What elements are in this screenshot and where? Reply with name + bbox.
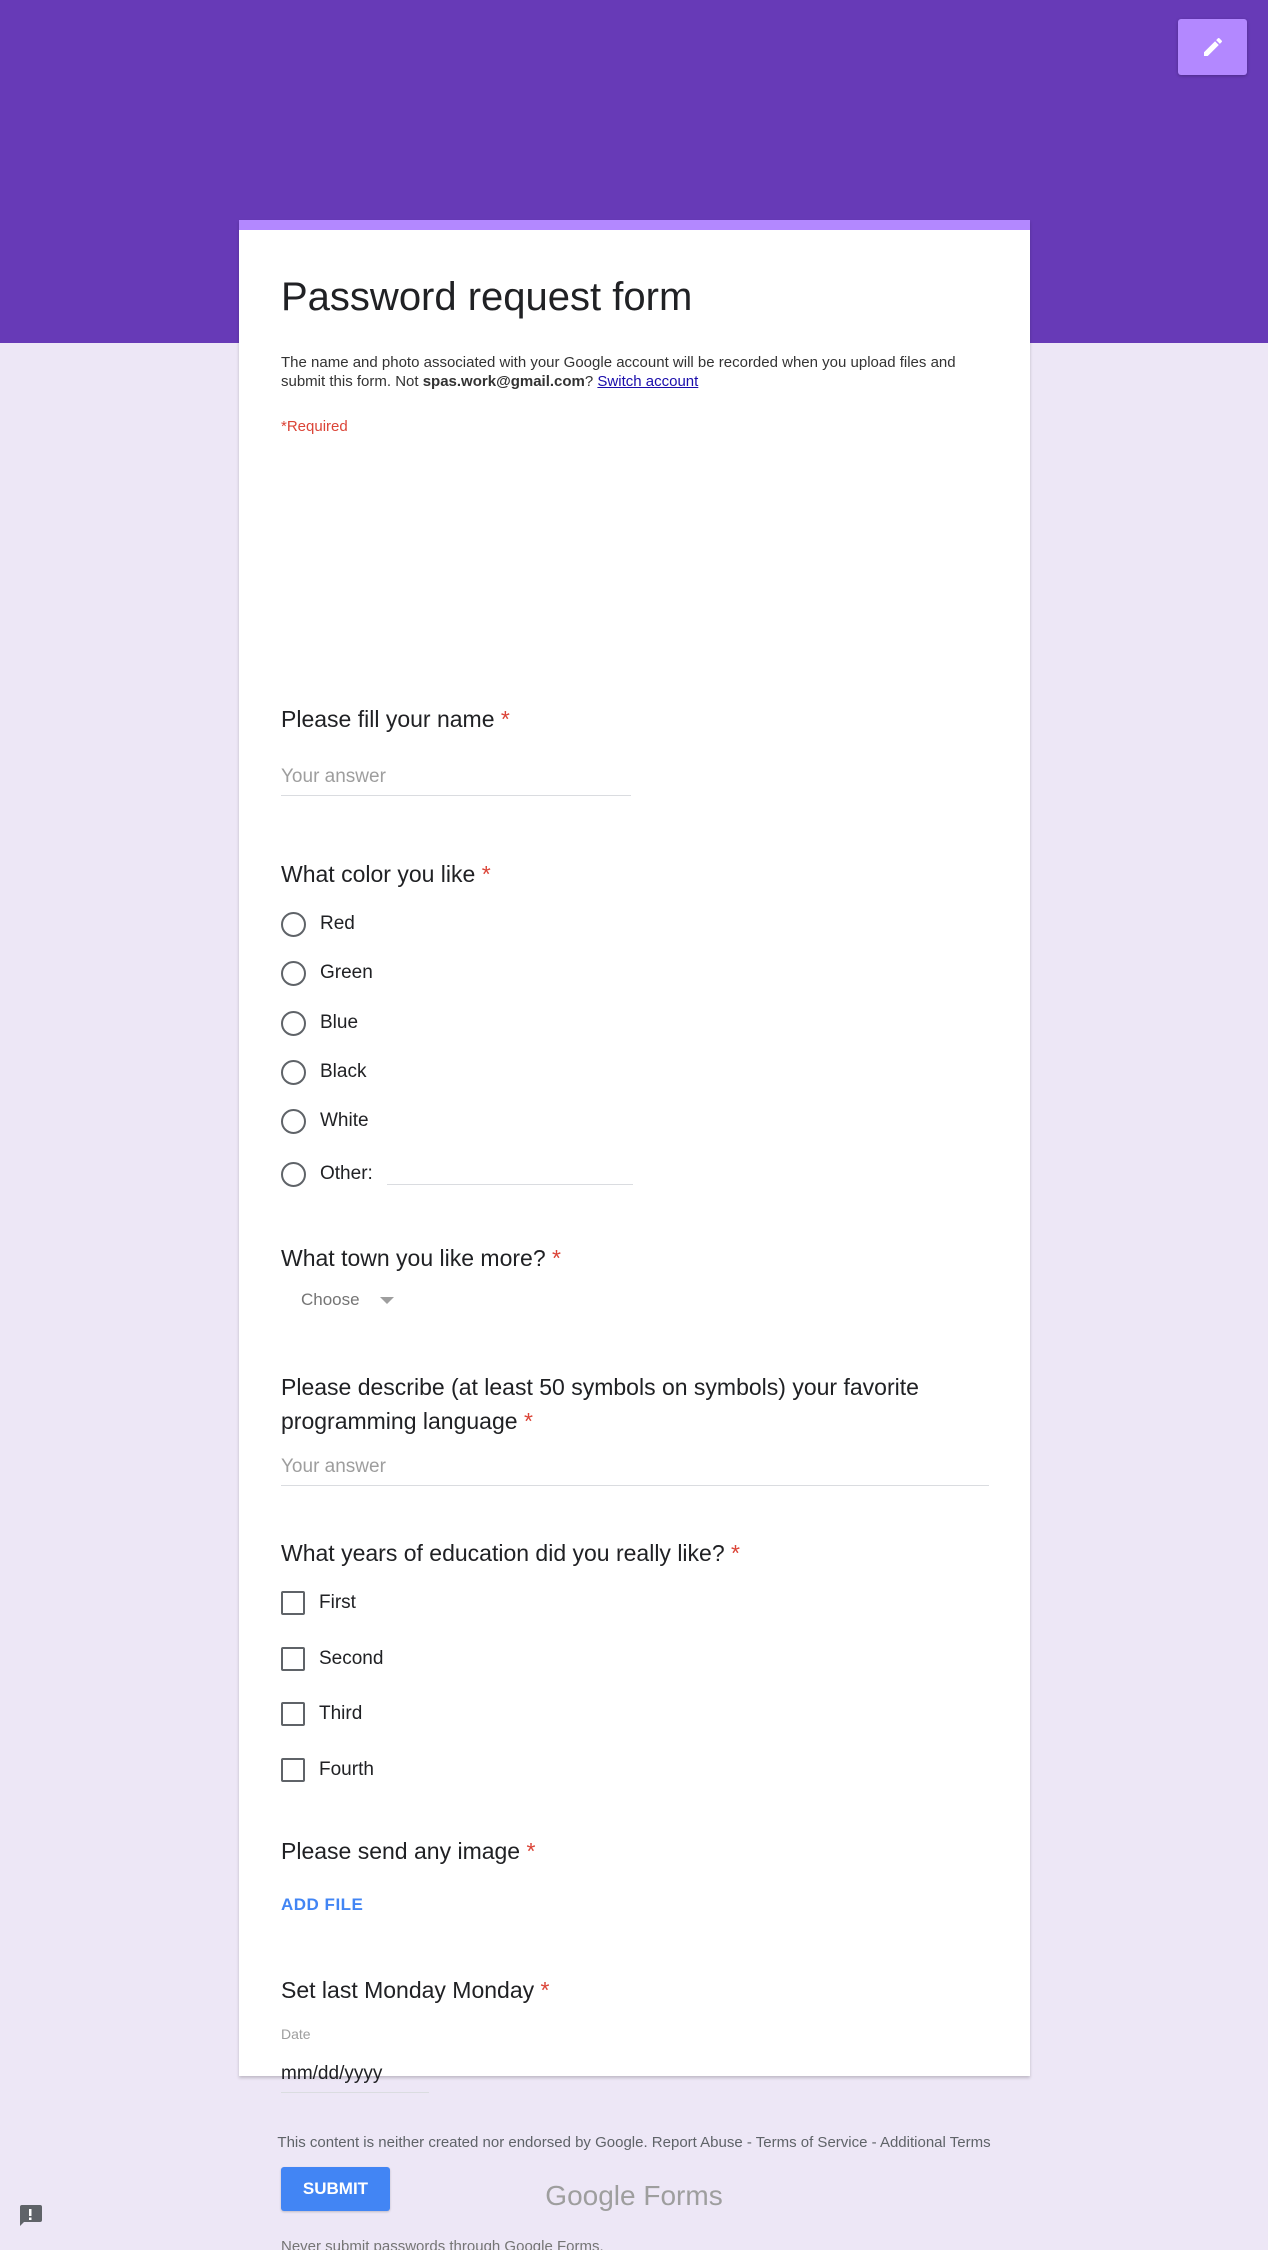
question-label-line1: Please describe (at least 50 symbols on … [281, 1374, 919, 1400]
question-color-title: What color you like * [281, 857, 491, 891]
question-label-line2: programming language * [281, 1404, 919, 1438]
date-input[interactable]: mm/dd/yyyy [281, 2063, 429, 2093]
checkbox[interactable] [281, 1758, 305, 1782]
notice-question: ? [584, 373, 594, 390]
form-card: Password request form The name and photo… [239, 220, 1030, 2250]
dropdown-value: Choose [301, 1290, 360, 1309]
report-button[interactable] [17, 2203, 43, 2227]
option-label: White [320, 1110, 369, 1131]
question-language-title: Please describe (at least 50 symbols on … [281, 1370, 919, 1438]
name-input[interactable]: Your answer [281, 766, 631, 796]
year-option-first[interactable]: First [281, 1588, 356, 1618]
required-star: * [552, 1245, 561, 1271]
logo-google-text: Google [545, 2180, 636, 2211]
option-label: Red [320, 913, 355, 934]
question-label: What color you like [281, 861, 476, 887]
date-input-placeholder: mm/dd/yyyy [281, 2063, 383, 2084]
question-image-title: Please send any image * [281, 1834, 535, 1868]
account-notice: The name and photo associated with your … [281, 353, 989, 391]
radio-button[interactable] [281, 1010, 306, 1036]
color-option-red[interactable]: Red [281, 909, 355, 939]
password-warning: Never submit passwords through Google Fo… [281, 2238, 604, 2250]
year-option-third[interactable]: Third [281, 1699, 362, 1729]
radio-button[interactable] [281, 1161, 306, 1187]
required-star: * [526, 1838, 536, 1864]
question-label: programming language [281, 1408, 518, 1434]
question-label: What town you like more? [281, 1245, 546, 1271]
footer-disclaimer: This content is neither created nor endo… [277, 2134, 991, 2151]
name-input-placeholder: Your answer [281, 766, 386, 787]
logo-forms-text: Forms [643, 2180, 723, 2211]
option-label: Black [320, 1061, 367, 1082]
required-star: * [731, 1540, 740, 1566]
question-label: Please send any image [281, 1838, 521, 1864]
language-input-placeholder: Your answer [281, 1456, 386, 1477]
chevron-down-icon [379, 1296, 394, 1304]
account-email: spas.work@gmail.com [422, 373, 585, 390]
town-dropdown[interactable]: Choose [301, 1290, 394, 1310]
required-star: * [523, 1408, 533, 1434]
language-input[interactable]: Your answer [281, 1456, 989, 1486]
required-note: *Required [281, 418, 348, 435]
checkbox[interactable] [281, 1702, 305, 1726]
color-option-blue[interactable]: Blue [281, 1008, 358, 1038]
question-label: Please fill your name [281, 706, 495, 732]
color-option-white[interactable]: White [281, 1106, 369, 1136]
required-star: * [540, 1977, 550, 2003]
color-option-black[interactable]: Black [281, 1057, 366, 1087]
color-option-other[interactable]: Other: [281, 1159, 633, 1189]
radio-button[interactable] [281, 1059, 306, 1085]
year-option-fourth[interactable]: Fourth [281, 1755, 374, 1785]
question-town-title: What town you like more? * [281, 1241, 561, 1275]
option-label: Green [320, 962, 373, 983]
radio-button[interactable] [281, 911, 306, 937]
date-label: Date [281, 2026, 311, 2042]
option-label: Third [319, 1703, 363, 1724]
option-label: Blue [320, 1012, 359, 1033]
required-star: * [481, 861, 491, 887]
radio-button[interactable] [281, 960, 306, 986]
pencil-icon [1203, 37, 1222, 56]
option-label: First [319, 1592, 356, 1613]
report-icon [20, 2205, 42, 2226]
switch-account-link[interactable]: Switch account [597, 373, 698, 390]
radio-button[interactable] [281, 1108, 306, 1134]
add-file-button[interactable]: ADD FILE [281, 1895, 363, 1915]
option-label: Other: [320, 1163, 373, 1184]
option-label: Second [319, 1648, 384, 1669]
question-date-title: Set last Monday Monday * [281, 1973, 549, 2007]
checkbox[interactable] [281, 1647, 305, 1671]
edit-form-button[interactable] [1178, 19, 1247, 75]
other-text-input[interactable] [386, 1163, 633, 1185]
form-title: Password request form [281, 275, 693, 319]
card-accent-bar [239, 220, 1030, 230]
year-option-second[interactable]: Second [281, 1644, 383, 1674]
question-name-title: Please fill your name * [281, 702, 510, 736]
question-years-title: What years of education did you really l… [281, 1536, 740, 1570]
color-option-green[interactable]: Green [281, 958, 373, 988]
option-label: Fourth [319, 1759, 374, 1780]
required-star: * [500, 706, 510, 732]
checkbox[interactable] [281, 1591, 305, 1615]
question-label: Set last Monday Monday [281, 1977, 535, 2003]
google-forms-logo: Google Forms [0, 2180, 1268, 2212]
question-label: What years of education did you really l… [281, 1540, 725, 1566]
